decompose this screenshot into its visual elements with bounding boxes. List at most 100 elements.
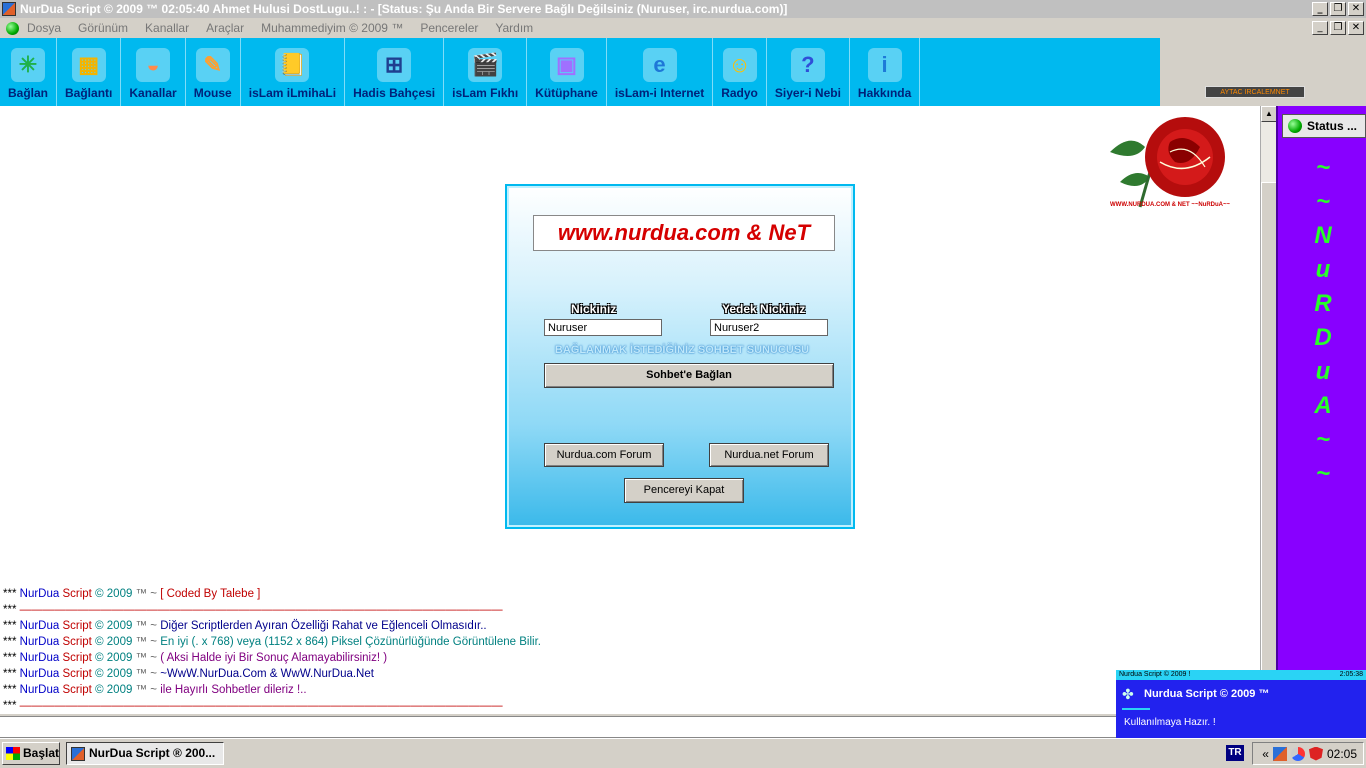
start-button[interactable]: Başlat (2, 742, 60, 765)
vertical-brand-letter: u (1315, 256, 1331, 283)
clapper-icon: 🎬 (468, 48, 503, 82)
toolbar-button-9[interactable]: ☺ Radyo (713, 38, 767, 106)
help-icon: ? (790, 48, 825, 82)
forum-com-button[interactable]: Nurdua.com Forum (544, 443, 664, 467)
alt-nick-label: Yedek Nickiniz (722, 302, 806, 316)
chat-message: Diğer Scriptlerden Ayıran Özelliği Rahat… (160, 620, 487, 632)
toolbar-button-label: isLam Fıkhı (452, 86, 519, 100)
chat-nurdua: NurDua (19, 668, 60, 680)
toolbar-button-0[interactable]: ✳ Bağlan (0, 38, 58, 106)
connect-dialog: www.nurdua.com & NeT Nickiniz Yedek Nick… (505, 184, 855, 529)
app-icon[interactable] (2, 2, 16, 16)
chat-year: 2009 (106, 684, 133, 696)
forum-net-button[interactable]: Nurdua.net Forum (709, 443, 829, 467)
chat-nurdua: NurDua (19, 684, 60, 696)
chat-line: *** NurDua Script © 2009 ™ ~ ( Aksi Hald… (3, 650, 541, 666)
main-toolbar: ✳ Bağlan ▦ Bağlantı ◒ Kanallar ✎ Mouse 📒 isLam iL… (0, 38, 1160, 106)
toast-message: Kullanılmaya Hazır. ! (1124, 717, 1216, 728)
mdi-restore-button[interactable]: ❐ (1330, 21, 1346, 35)
tray-network-icon[interactable] (1290, 746, 1305, 761)
toolbar-button-5[interactable]: ⊞ Hadis Bahçesi (345, 38, 445, 106)
chat-stars: *** (3, 668, 17, 680)
toolbar-button-2[interactable]: ◒ Kanallar (121, 38, 186, 106)
chat-nurdua: NurDua (19, 620, 60, 632)
toolbar-button-6[interactable]: 🎬 isLam Fıkhı (444, 38, 528, 106)
chat-line: *** NurDua Script © 2009 ™ ~ ile Hayırlı… (3, 682, 541, 698)
notification-toast[interactable]: Nurdua Script © 2009 ! 2:05:38 ✤ Nurdua … (1116, 670, 1366, 738)
status-tab-icon (1288, 119, 1302, 133)
nick-input[interactable] (544, 319, 662, 336)
vertical-scrollbar[interactable]: ▲ (1260, 106, 1277, 714)
toolbar-button-11[interactable]: i Hakkında (850, 38, 921, 106)
vertical-brand-letter: N (1314, 222, 1332, 249)
menu-kanallar[interactable]: Kanallar (145, 21, 189, 35)
mdi-minimize-button[interactable]: _ (1312, 21, 1328, 35)
chat-stars: *** (3, 636, 17, 648)
chat-message: ile Hayırlı Sohbetler dileriz !.. (160, 684, 307, 696)
chat-face-icon: ☺ (722, 48, 757, 82)
toast-divider (1122, 708, 1150, 710)
chat-separator: ~ (150, 652, 157, 664)
chat-copyright: © (95, 588, 104, 600)
rose-logo (1110, 117, 1225, 208)
window-controls: _ ❐ ✕ (1312, 2, 1364, 16)
chat-message: ~WwW.NurDua.Com & WwW.NurDua.Net (160, 668, 374, 680)
tray-shield-icon[interactable] (1308, 746, 1323, 761)
chat-line: *** NurDua Script © 2009 ™ ~ Diğer Scrip… (3, 618, 541, 634)
chat-year: 2009 (106, 588, 133, 600)
menu-pencereler[interactable]: Pencereler (420, 21, 478, 35)
toolbar-button-1[interactable]: ▦ Bağlantı (57, 38, 122, 106)
menu-yardim[interactable]: Yardım (495, 21, 533, 35)
tools-icon: ✎ (195, 48, 230, 82)
connect-icon: ✳ (11, 48, 45, 82)
chat-year: 2009 (106, 668, 133, 680)
mdi-close-button[interactable]: ✕ (1348, 21, 1364, 35)
menu-dosya[interactable]: Dosya (27, 21, 61, 35)
minimize-button[interactable]: _ (1312, 2, 1328, 16)
chat-copyright: © (95, 652, 104, 664)
chat-stars: *** (3, 604, 17, 616)
chat-tm: ™ (135, 668, 148, 680)
toolbar-button-8[interactable]: e isLam-i Internet (607, 38, 714, 106)
toast-title: Nurdua Script © 2009 ™ (1144, 688, 1270, 700)
connect-button[interactable]: Sohbet'e Bağlan (544, 363, 834, 388)
clock[interactable]: 02:05 (1327, 747, 1357, 761)
blocks-icon: ▦ (71, 48, 106, 82)
menu-araclar[interactable]: Araçlar (206, 21, 244, 35)
toolbar-button-10[interactable]: ? Siyer-i Nebi (767, 38, 850, 106)
vertical-brand-text: ~ ~ Nu R Du A ~ ~ (1278, 151, 1366, 491)
toolbar-button-3[interactable]: ✎ Mouse (186, 38, 241, 106)
menu-gorunum[interactable]: Görünüm (78, 21, 128, 35)
tray-expand-icon[interactable]: « (1262, 747, 1269, 761)
chat-message: ————————————————————————————————————————… (19, 700, 503, 712)
taskbar-app-button[interactable]: NurDua Script ® 200... (66, 742, 224, 765)
scroll-up-arrow-icon[interactable]: ▲ (1261, 106, 1277, 122)
language-indicator[interactable]: TR (1226, 745, 1244, 761)
chat-separator: ~ (150, 620, 157, 632)
chat-year: 2009 (106, 652, 133, 664)
toolbar-button-4[interactable]: 📒 isLam iLmihaLi (241, 38, 346, 106)
scroll-thumb[interactable] (1261, 182, 1277, 676)
toolbar-button-label: Mouse (193, 86, 232, 100)
dialog-brand: www.nurdua.com & NeT (533, 215, 835, 251)
chat-tm: ™ (135, 652, 148, 664)
alt-nick-input[interactable] (710, 319, 828, 336)
maximize-button[interactable]: ❐ (1330, 2, 1346, 16)
close-button[interactable]: ✕ (1348, 2, 1364, 16)
toolbar-button-7[interactable]: ▣ Kütüphane (527, 38, 607, 106)
connection-status-icon (6, 21, 19, 35)
command-input[interactable] (0, 716, 1276, 738)
chat-script: Script (62, 668, 92, 680)
status-tab[interactable]: Status ... (1282, 114, 1366, 138)
tray-app-icon[interactable] (1272, 746, 1287, 761)
vertical-brand-letter: ~ (1315, 188, 1330, 215)
taskbar-app-label: NurDua Script ® 200... (89, 746, 216, 760)
vertical-brand-letter: A (1314, 392, 1332, 419)
toolbar-button-label: Hakkında (857, 86, 912, 100)
toolbar-button-label: Radyo (721, 86, 758, 100)
toast-header-time: 2:05:38 (1339, 671, 1363, 678)
gameboy-icon: ▣ (549, 48, 584, 82)
app-icon (71, 747, 85, 761)
menu-muhammediyim[interactable]: Muhammediyim © 2009 ™ (261, 21, 403, 35)
close-window-button[interactable]: Pencereyi Kapat (624, 478, 744, 503)
